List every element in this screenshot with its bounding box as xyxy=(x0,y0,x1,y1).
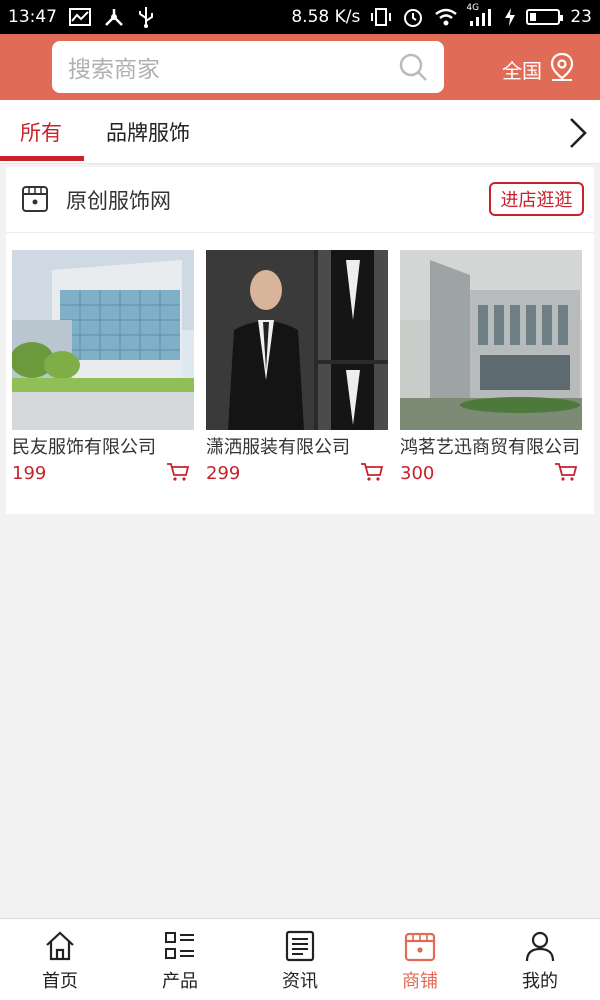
status-time: 13:47 xyxy=(8,7,57,27)
store-icon xyxy=(20,184,50,214)
nav-label[interactable]: 产品 xyxy=(162,967,198,993)
charging-icon xyxy=(504,7,516,27)
tab-all[interactable]: 所有 xyxy=(20,100,62,164)
vibrate-icon xyxy=(370,7,392,27)
grid-list-icon[interactable] xyxy=(163,929,197,963)
battery-icon xyxy=(526,9,564,25)
cart-icon[interactable] xyxy=(360,462,384,482)
network-speed: 8.58 K/s xyxy=(291,7,361,27)
product-card[interactable]: 潇洒服装有限公司 299 xyxy=(206,250,388,486)
nav-item-me[interactable]: 我的 xyxy=(480,919,600,1000)
nav-label[interactable]: 首页 xyxy=(42,967,78,993)
home-icon[interactable] xyxy=(43,929,77,963)
nav-label[interactable]: 商铺 xyxy=(402,967,438,993)
shop-header: 原创服饰网 进店逛逛 xyxy=(6,167,594,233)
region-label[interactable]: 全国 xyxy=(502,55,542,84)
usb-icon xyxy=(137,6,155,28)
product-image-office-building[interactable] xyxy=(400,250,582,430)
cart-icon[interactable] xyxy=(554,462,578,482)
nav-item-products[interactable]: 产品 xyxy=(120,919,240,1000)
user-icon[interactable] xyxy=(523,929,557,963)
product-image-building[interactable] xyxy=(12,250,194,430)
app-header: 搜索商家 全国 xyxy=(0,34,600,100)
message-icon xyxy=(69,8,91,26)
active-tab-indicator xyxy=(0,156,84,161)
nav-item-news[interactable]: 资讯 xyxy=(240,919,360,1000)
nav-label[interactable]: 资讯 xyxy=(282,967,318,993)
wifi-icon xyxy=(434,7,458,27)
status-bar: 13:47 8.58 K/s 4G 23 xyxy=(0,0,600,34)
nav-label[interactable]: 我的 xyxy=(522,967,558,993)
cart-icon[interactable] xyxy=(166,462,190,482)
nav-item-home[interactable]: 首页 xyxy=(0,919,120,1000)
product-title[interactable]: 鸿茗艺迅商贸有限公司 xyxy=(400,436,580,460)
chevron-right-icon[interactable] xyxy=(566,116,590,150)
signal-type-label: 4G xyxy=(466,3,480,13)
news-icon[interactable] xyxy=(283,929,317,963)
shop-name[interactable]: 原创服饰网 xyxy=(66,185,171,215)
location-pin-icon[interactable] xyxy=(548,52,576,87)
search-bar[interactable]: 搜索商家 xyxy=(52,41,444,93)
battery-level: 23 xyxy=(570,7,592,27)
nav-item-stores[interactable]: 商铺 xyxy=(360,919,480,1000)
shop-card: 原创服饰网 进店逛逛 民友服饰有限公司 199 潇洒服装有限公司 299 鸿茗艺… xyxy=(6,167,594,514)
category-tabs: 所有 品牌服饰 xyxy=(0,100,600,164)
product-title[interactable]: 潇洒服装有限公司 xyxy=(206,436,386,460)
usb-share-icon xyxy=(103,7,125,27)
product-image-suit[interactable] xyxy=(206,250,388,430)
region-selector[interactable]: 全国 xyxy=(502,52,576,87)
product-card[interactable]: 民友服饰有限公司 199 xyxy=(12,250,194,486)
product-card[interactable]: 鸿茗艺迅商贸有限公司 300 xyxy=(400,250,582,486)
alarm-icon xyxy=(402,6,424,28)
bottom-navigation: 首页 产品 资讯 商铺 我的 xyxy=(0,918,600,1000)
signal-icon: 4G xyxy=(466,3,494,27)
search-icon[interactable] xyxy=(398,52,428,82)
store-icon[interactable] xyxy=(403,929,437,963)
search-placeholder[interactable]: 搜索商家 xyxy=(68,50,398,84)
visit-shop-button[interactable]: 进店逛逛 xyxy=(489,182,584,216)
product-title[interactable]: 民友服饰有限公司 xyxy=(12,436,192,460)
tab-brand-clothing[interactable]: 品牌服饰 xyxy=(106,100,190,164)
